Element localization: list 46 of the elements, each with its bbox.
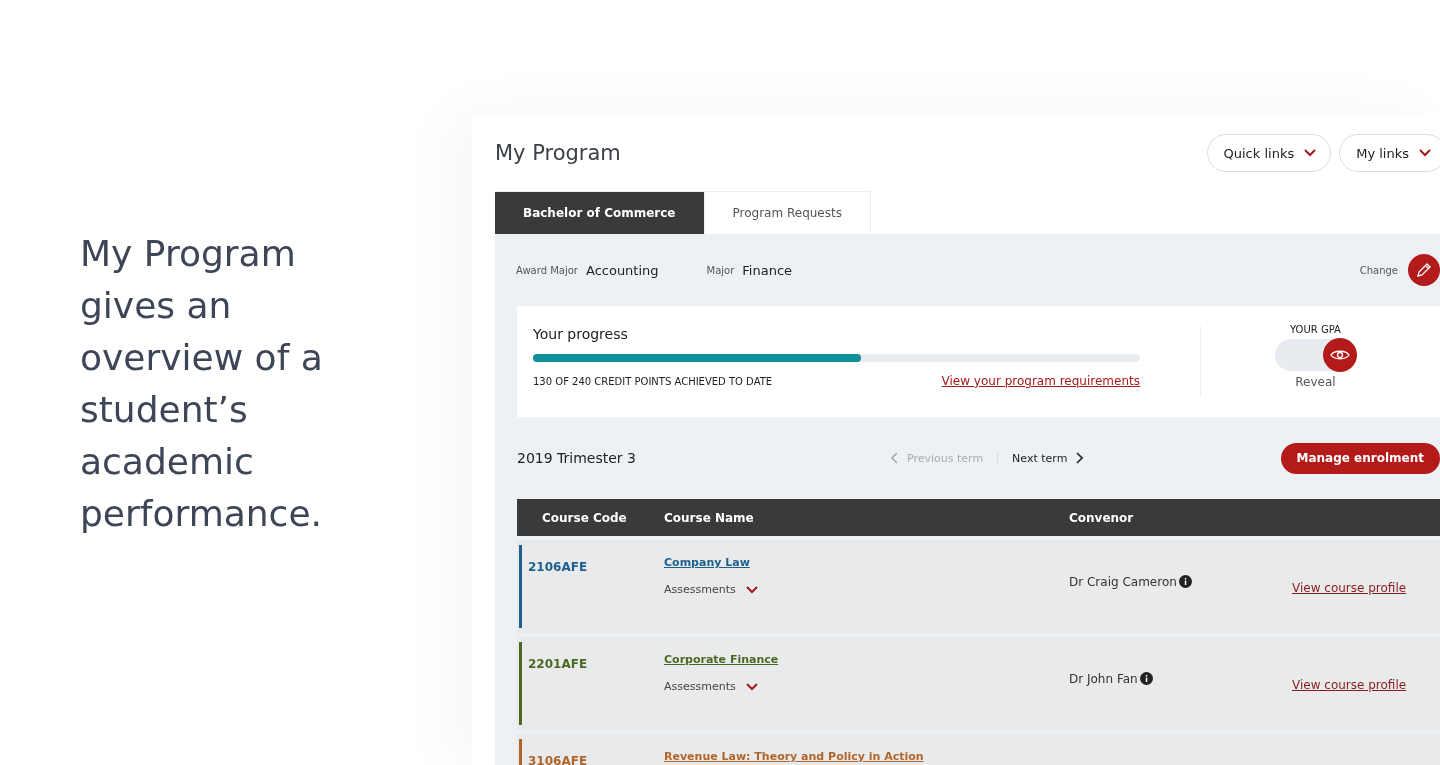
chevron-down-icon (745, 585, 758, 594)
credit-summary: 130 OF 240 CREDIT POINTS ACHIEVED TO DATE (533, 375, 773, 387)
course-name-link[interactable]: Corporate Finance (664, 653, 779, 666)
page-title: My Program (495, 141, 621, 165)
column-header: Course Name (664, 510, 755, 525)
major-value: Accounting (585, 262, 659, 278)
caption-text: My Program gives an overview of a student’s academic performance. (80, 232, 324, 536)
assessments-toggle[interactable]: Assessments (664, 680, 758, 693)
major-value: Finance (742, 262, 793, 278)
manage-enrolment-button[interactable]: Manage enrolment (1280, 442, 1440, 474)
column-header: Convenor (1069, 510, 1135, 525)
course-profile-link[interactable]: View course profile (1292, 642, 1407, 692)
course-code: 2201AFE (528, 657, 588, 671)
assessments-toggle[interactable]: Assessments (664, 583, 758, 596)
column-header: Course Code (541, 510, 628, 525)
program-tab[interactable]: Program Requests (704, 191, 871, 234)
eye-icon (1322, 338, 1357, 372)
major-label: Award Major (516, 264, 578, 276)
chevron-down-icon (1419, 149, 1431, 157)
course-name-link[interactable]: Revenue Law: Theory and Policy in Action (664, 750, 924, 763)
links-dropdown[interactable]: Quick links (1206, 134, 1332, 172)
chevron-down-icon (745, 682, 758, 691)
course-profile-link[interactable]: View course profile (1292, 545, 1407, 595)
chevron-right-icon (1075, 452, 1084, 464)
info-icon[interactable] (1178, 575, 1192, 588)
pencil-icon (1416, 262, 1432, 278)
gpa-label: YOUR GPA (1290, 324, 1341, 335)
course-name-link[interactable]: Company Law (664, 556, 750, 569)
change-label: Change (1359, 264, 1398, 276)
term-title: 2019 Trimester 3 (517, 450, 637, 466)
convenor-name: Dr Craig Cameron (1069, 575, 1177, 589)
course-code: 2106AFE (528, 560, 588, 574)
edit-button[interactable] (1408, 254, 1440, 286)
links-dropdown[interactable]: My links (1339, 134, 1440, 172)
progress-title: Your progress (533, 326, 629, 342)
info-icon[interactable] (1139, 672, 1153, 685)
course-code: 3106AFE (528, 754, 588, 765)
gpa-reveal-label: Reveal (1295, 375, 1336, 389)
chevron-down-icon (1304, 149, 1317, 157)
program-tab[interactable]: Bachelor of Commerce (495, 191, 705, 234)
term-nav-button[interactable]: Next term (997, 451, 1098, 465)
gpa-toggle[interactable] (1274, 339, 1357, 371)
chevron-left-icon (891, 452, 899, 464)
major-label: Major (706, 264, 735, 276)
convenor-name: Dr John Fan (1069, 672, 1138, 686)
requirements-link[interactable]: View your program requirements (941, 374, 1140, 388)
